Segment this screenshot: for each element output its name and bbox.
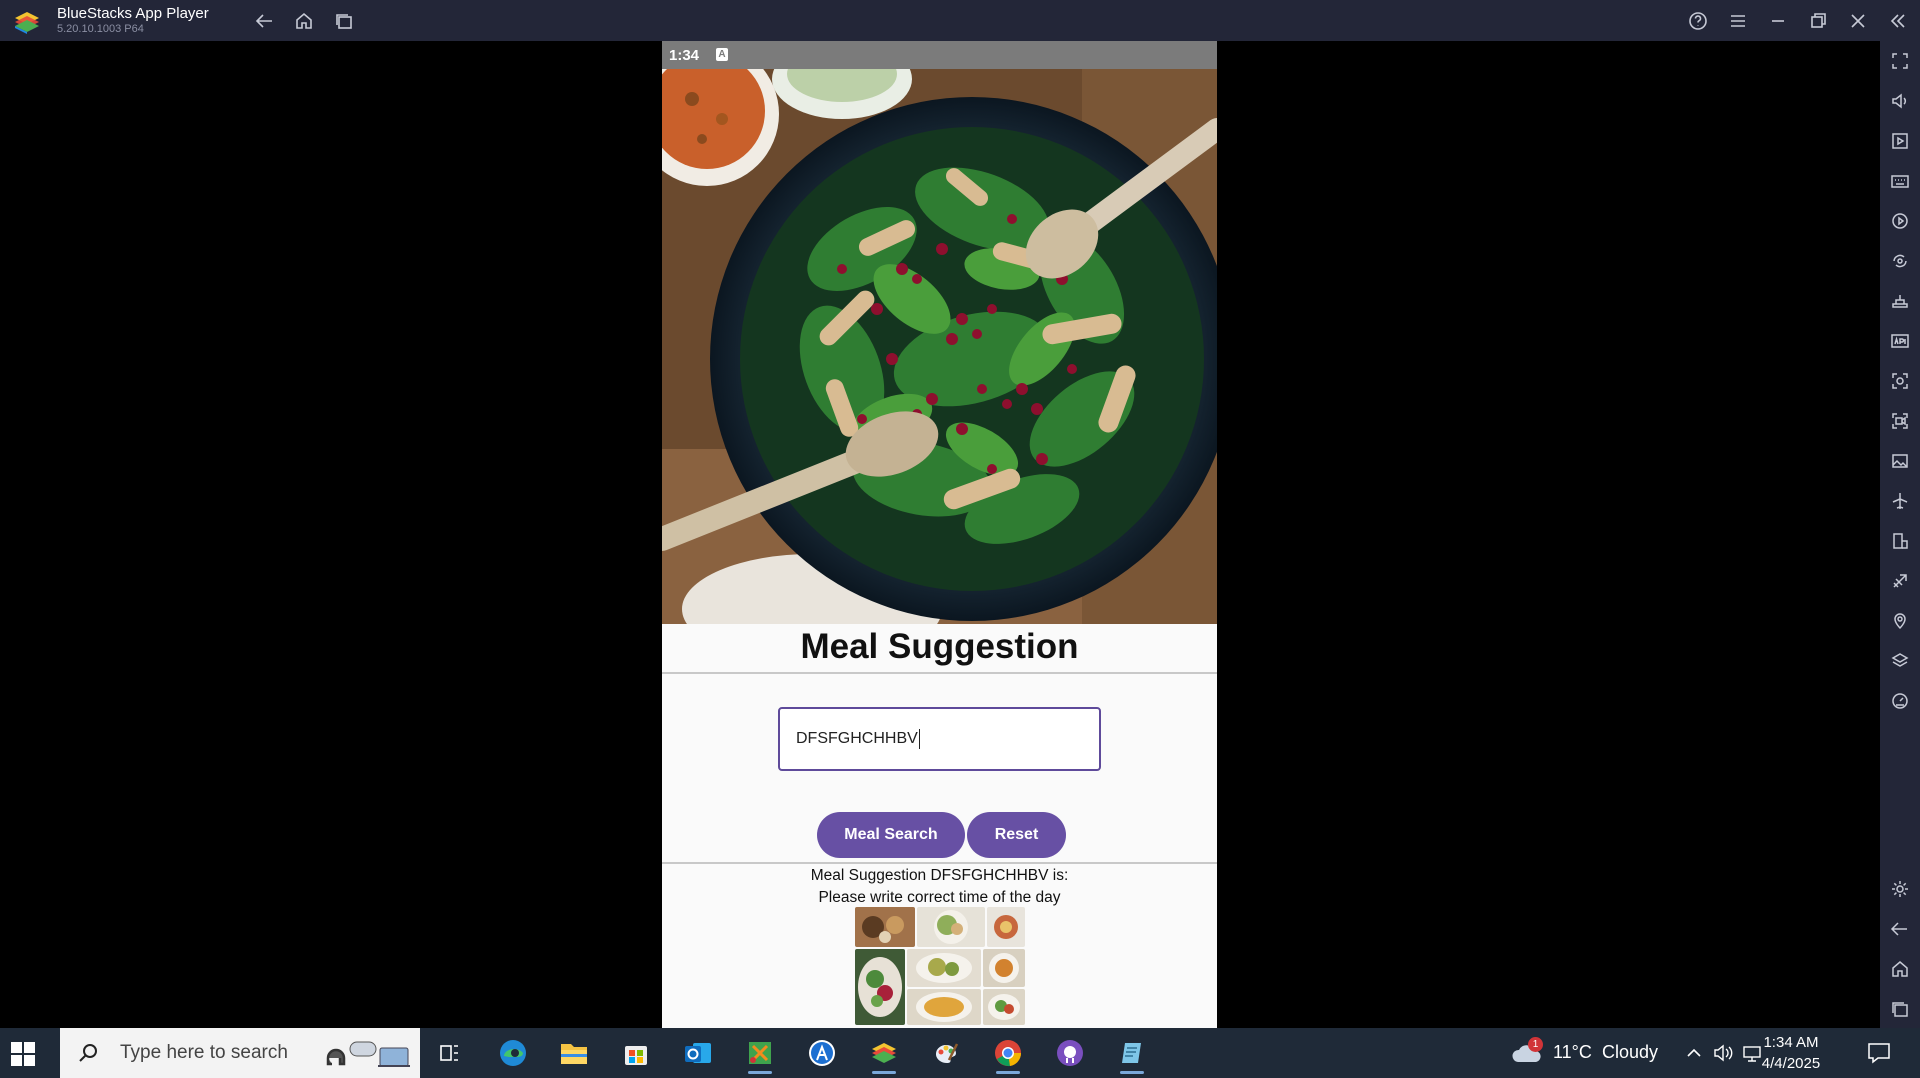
result-divider <box>662 862 1217 864</box>
active-app-indicator <box>748 1071 772 1074</box>
bluestacks-logo-icon <box>15 12 39 34</box>
windows-start-icon[interactable] <box>10 1041 36 1067</box>
settings-icon[interactable] <box>1888 877 1912 901</box>
android-status-bar: 1:34 A <box>662 41 1217 69</box>
input-value: DFSFGHCHHBV <box>796 730 918 747</box>
windows-taskbar: Type here to search 1 11°C Cloudy 1:34 A… <box>0 1028 1920 1078</box>
bluestacks-icon[interactable] <box>863 1036 905 1074</box>
reset-button[interactable]: Reset <box>967 812 1066 858</box>
meal-thumbnail <box>983 989 1025 1025</box>
search-placeholder: Type here to search <box>120 1042 288 1063</box>
meal-thumbnail <box>987 907 1025 947</box>
title-divider <box>662 672 1217 674</box>
active-app-indicator <box>872 1071 896 1074</box>
performance-icon[interactable] <box>1888 689 1912 713</box>
bluestacks-titlebar: BlueStacks App Player 5.20.10.1003 P64 <box>0 0 1920 41</box>
taskbar-clock[interactable]: 1:34 AM 4/4/2025 <box>1746 1032 1836 1074</box>
meal-collage-image <box>855 907 1025 1025</box>
airplane-mode-icon[interactable] <box>1888 489 1912 513</box>
paint-icon[interactable] <box>925 1036 967 1070</box>
github-desktop-icon[interactable] <box>1049 1036 1091 1070</box>
task-view-icon[interactable] <box>429 1036 471 1070</box>
page-title: Meal Suggestion <box>800 627 1079 666</box>
text-caret <box>918 729 921 749</box>
android-screen: 1:34 A Meal Suggestion DFSFGHCHHBV Meal … <box>662 41 1217 1028</box>
install-apk-icon[interactable] <box>1888 329 1912 353</box>
media-manager-icon[interactable] <box>1888 129 1912 153</box>
layers-icon[interactable] <box>1888 649 1912 673</box>
window-title: BlueStacks App Player <box>57 5 209 22</box>
eco-mode-icon[interactable] <box>1888 569 1912 593</box>
restore-icon[interactable] <box>1806 9 1830 33</box>
back-icon[interactable] <box>253 9 277 33</box>
collapse-sidebar-icon[interactable] <box>1886 9 1910 33</box>
notification-icon: A <box>716 48 728 61</box>
meal-thumbnail <box>907 989 981 1025</box>
edge-icon[interactable] <box>492 1036 534 1070</box>
file-explorer-icon[interactable] <box>553 1036 595 1070</box>
salad-bowl-illustration <box>662 69 1217 624</box>
multi-instance-icon[interactable] <box>1888 529 1912 553</box>
time-of-day-input[interactable]: DFSFGHCHHBV <box>778 707 1101 771</box>
weather-condition[interactable]: Cloudy <box>1602 1042 1658 1063</box>
meal-thumbnail <box>855 907 915 947</box>
menu-icon[interactable] <box>1726 9 1750 33</box>
weather-temperature[interactable]: 11°C <box>1553 1042 1592 1063</box>
sync-icon[interactable] <box>1888 249 1912 273</box>
status-time: 1:34 <box>669 47 700 64</box>
clock-date: 4/4/2025 <box>1761 1055 1821 1072</box>
result-message: Please write correct time of the day <box>818 889 1061 906</box>
gallery-icon[interactable] <box>1888 449 1912 473</box>
android-home-icon[interactable] <box>1888 957 1912 981</box>
chrome-icon[interactable] <box>987 1036 1029 1074</box>
screen: BlueStacks App Player 5.20.10.1003 P64 1… <box>0 0 1920 1078</box>
notepad-icon[interactable] <box>1111 1036 1153 1074</box>
close-icon[interactable] <box>1846 9 1870 33</box>
meal-thumbnail <box>917 907 985 947</box>
window-version: 5.20.10.1003 P64 <box>57 23 144 35</box>
help-icon[interactable] <box>1686 9 1710 33</box>
android-back-icon[interactable] <box>1888 917 1912 941</box>
recents-icon[interactable] <box>332 9 356 33</box>
snipping-tool-icon[interactable] <box>739 1036 781 1074</box>
result-heading: Meal Suggestion DFSFGHCHHBV is: <box>810 867 1069 884</box>
speaker-icon[interactable] <box>1712 1042 1734 1064</box>
chevron-up-icon[interactable] <box>1686 1045 1702 1061</box>
taskbar-search-box[interactable]: Type here to search <box>60 1028 420 1078</box>
android-recents-icon[interactable] <box>1888 997 1912 1021</box>
search-highlight-icon <box>326 1041 410 1067</box>
meal-thumbnail <box>983 949 1025 987</box>
microsoft-store-icon[interactable] <box>615 1036 657 1070</box>
volume-icon[interactable] <box>1888 89 1912 113</box>
salad-hero-image <box>662 69 1217 624</box>
home-icon[interactable] <box>292 9 316 33</box>
meal-thumbnail <box>907 949 981 987</box>
outlook-icon[interactable] <box>677 1036 719 1070</box>
active-app-indicator <box>1120 1071 1144 1074</box>
active-app-indicator <box>996 1071 1020 1074</box>
android-studio-icon[interactable] <box>801 1036 843 1070</box>
bluestacks-sidebar <box>1880 41 1920 1028</box>
game-controls-icon[interactable] <box>1888 289 1912 313</box>
screenshot-icon[interactable] <box>1888 369 1912 393</box>
minimize-icon[interactable] <box>1766 9 1790 33</box>
macro-icon[interactable] <box>1888 209 1912 233</box>
weather-badge: 1 <box>1528 1037 1543 1052</box>
meal-thumbnail <box>855 949 905 1025</box>
keyboard-controls-icon[interactable] <box>1888 169 1912 193</box>
fullscreen-icon[interactable] <box>1888 49 1912 73</box>
meal-search-button[interactable]: Meal Search <box>817 812 965 858</box>
clock-time: 1:34 AM <box>1763 1034 1819 1051</box>
notifications-icon[interactable] <box>1866 1041 1892 1065</box>
search-icon <box>79 1044 97 1062</box>
location-icon[interactable] <box>1888 609 1912 633</box>
record-icon[interactable] <box>1888 409 1912 433</box>
